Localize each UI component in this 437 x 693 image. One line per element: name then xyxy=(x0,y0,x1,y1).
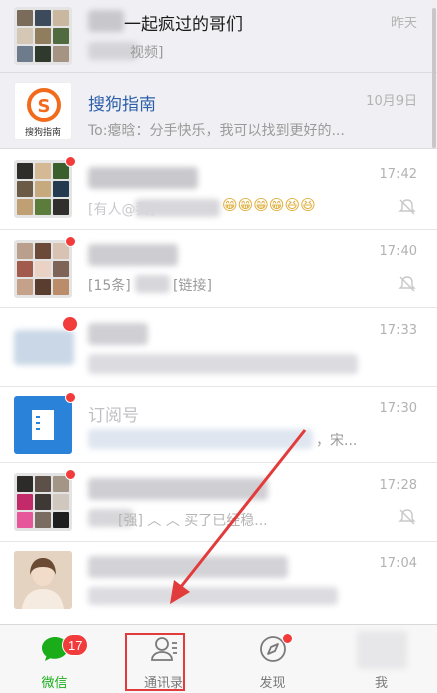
redacted-preview-blur xyxy=(88,354,358,374)
chat-preview-suffix: [链接] xyxy=(173,278,212,294)
document-icon xyxy=(32,410,54,440)
tab-label: 微信 xyxy=(41,676,68,691)
chat-time: 17:28 xyxy=(379,478,417,493)
subscription-avatar xyxy=(14,396,72,454)
contacts-highlight-box xyxy=(125,633,185,691)
chat-list: 一起疯过的哥们 视频] 昨天 S 搜狗指南 搜狗指南 To:瘪晗：分手快乐，我可… xyxy=(0,0,437,624)
chat-row[interactable]: 一起疯过的哥们 视频] 昨天 xyxy=(0,0,437,73)
chat-preview-prefix: [15条] xyxy=(88,278,131,294)
discover-dot xyxy=(282,633,293,644)
redacted-preview-blur xyxy=(88,429,313,449)
redacted-preview-blur xyxy=(88,587,338,605)
unread-count-badge: 17 xyxy=(62,634,89,656)
tab-me[interactable]: 我 xyxy=(327,625,436,693)
chat-row[interactable]: [有人@我] 😁😁😁😁😆😆 17:42 xyxy=(0,149,437,230)
chat-time: 17:40 xyxy=(379,244,417,259)
mute-icon xyxy=(398,199,416,215)
chat-row[interactable]: 订阅号 ，宋... 17:30 xyxy=(0,387,437,463)
person-photo-icon xyxy=(14,551,72,609)
group-avatar xyxy=(14,240,72,298)
redacted-avatar-blur xyxy=(14,330,74,365)
tab-label: 我 xyxy=(374,676,388,691)
chat-row[interactable]: [15条] [链接] 17:40 xyxy=(0,230,437,308)
redacted-name-blur xyxy=(88,10,124,32)
chat-time: 10月9日 xyxy=(366,94,417,109)
chat-preview: [强] ︿ ︿ 买了已经稳... xyxy=(118,513,268,529)
mute-icon xyxy=(398,509,416,525)
chat-name: 一起疯过的哥们 xyxy=(124,15,243,35)
chat-row[interactable]: [强] ︿ ︿ 买了已经稳... 17:28 xyxy=(0,463,437,542)
tab-discover[interactable]: 发现 xyxy=(218,625,327,693)
mute-icon xyxy=(398,276,416,292)
redacted-preview-blur xyxy=(135,275,170,293)
chat-preview: To:瘪晗：分手快乐，我可以找到更好的... xyxy=(88,123,345,139)
redacted-name-blur xyxy=(88,244,178,266)
redacted-name-blur xyxy=(88,556,288,578)
chat-preview: ，宋... xyxy=(316,433,358,449)
chat-row[interactable]: S 搜狗指南 搜狗指南 To:瘪晗：分手快乐，我可以找到更好的... 10月9日 xyxy=(0,73,437,149)
svg-text:S: S xyxy=(38,96,51,117)
chat-time: 昨天 xyxy=(390,16,417,31)
redacted-name-blur xyxy=(88,323,148,345)
emoji-run: 😁😁😁😁😆😆 xyxy=(222,196,316,214)
unread-dot xyxy=(65,156,76,167)
scrollbar[interactable] xyxy=(432,8,436,148)
tab-chats[interactable]: 17 微信 xyxy=(0,625,109,693)
chat-name: 搜狗指南 xyxy=(88,95,156,115)
group-avatar xyxy=(14,160,72,218)
redacted-preview-blur xyxy=(135,199,220,217)
group-avatar xyxy=(14,473,72,531)
chat-time: 17:42 xyxy=(379,167,417,182)
chat-name: 订阅号 xyxy=(88,406,139,426)
unread-dot xyxy=(65,236,76,247)
chat-row[interactable]: 17:04 xyxy=(0,542,437,624)
group-avatar xyxy=(14,7,72,65)
bottom-tab-bar: 17 微信 通讯录 发现 我 xyxy=(0,624,437,693)
sogou-logo: S 搜狗指南 xyxy=(14,82,72,140)
redacted-icon-blur xyxy=(357,631,407,669)
chat-preview: 视频] xyxy=(130,45,164,61)
chat-row[interactable]: 17:33 xyxy=(0,308,437,387)
unread-dot xyxy=(62,316,78,332)
unread-dot xyxy=(65,469,76,480)
redacted-name-blur xyxy=(88,478,268,500)
tab-label: 发现 xyxy=(259,676,286,691)
redacted-name-blur xyxy=(88,167,198,189)
person-avatar xyxy=(14,551,72,609)
chat-time: 17:33 xyxy=(379,323,417,338)
logo-text: 搜狗指南 xyxy=(24,128,61,138)
unread-dot xyxy=(65,392,76,403)
chat-time: 17:04 xyxy=(379,556,417,571)
chat-time: 17:30 xyxy=(379,401,417,416)
